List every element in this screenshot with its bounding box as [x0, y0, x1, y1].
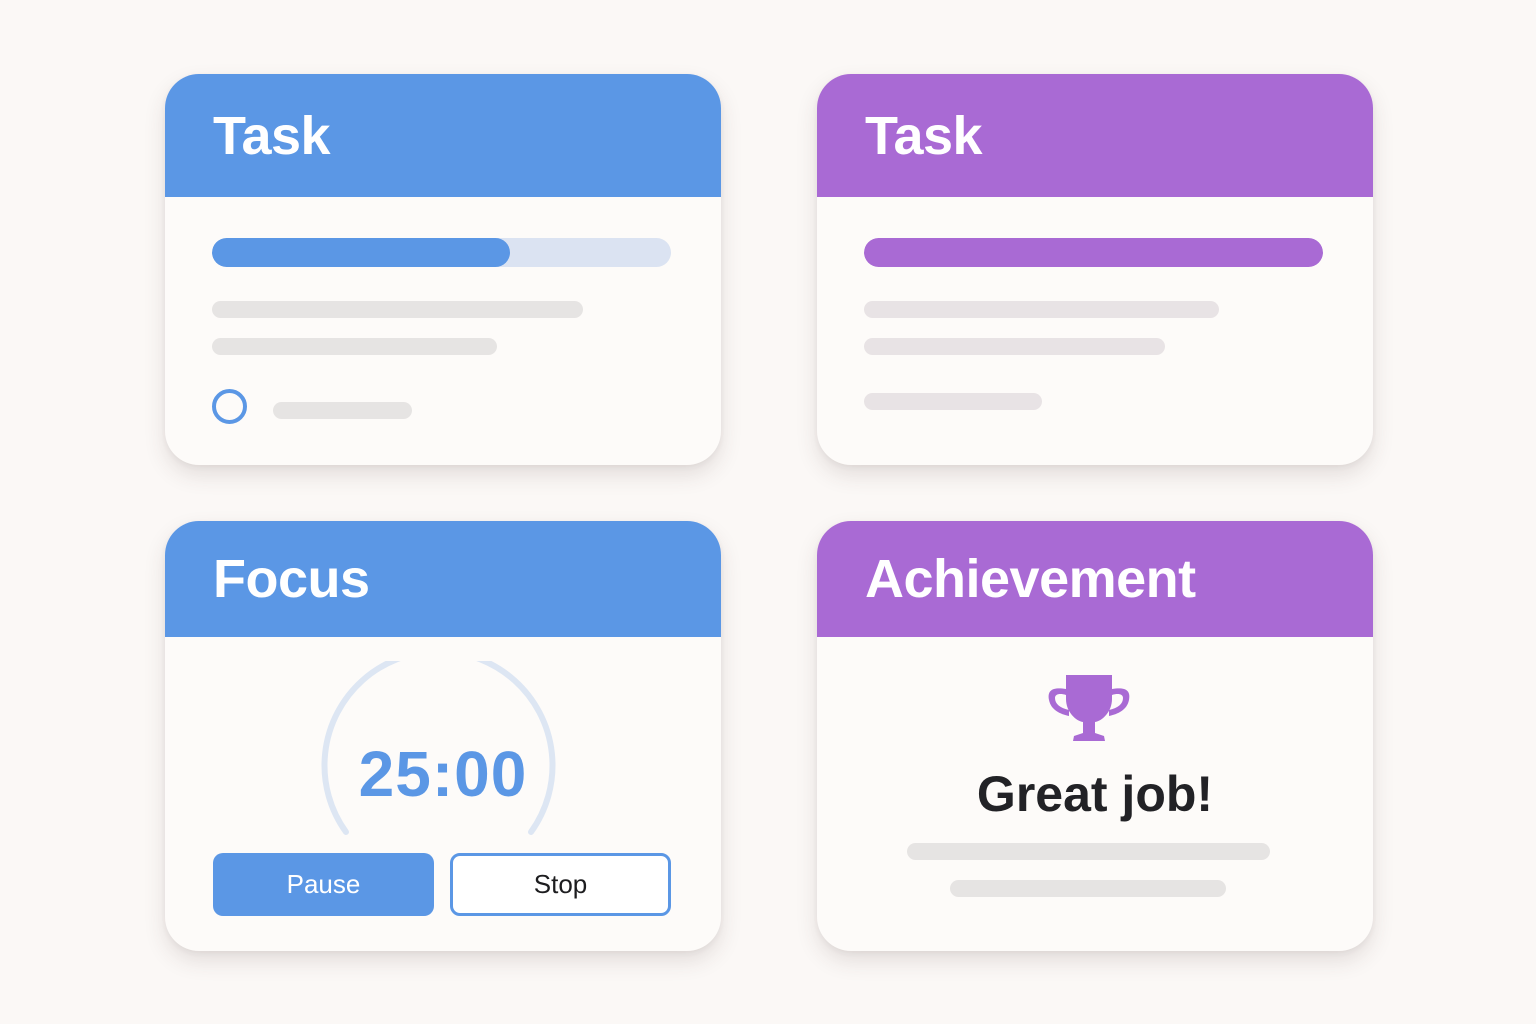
placeholder-line: [864, 338, 1165, 355]
trophy-icon: [1048, 675, 1130, 741]
task-card-header: Task: [165, 74, 721, 197]
task-card-header: Task: [817, 74, 1373, 197]
achievement-card-header: Achievement: [817, 521, 1373, 637]
circle-checkbox-icon[interactable]: [212, 389, 247, 424]
placeholder-line: [212, 301, 583, 318]
focus-card-header: Focus: [165, 521, 721, 637]
focus-card: Focus 25:00 Pause Stop: [165, 521, 721, 951]
achievement-message: Great job!: [976, 766, 1214, 822]
task-progress-fill: [212, 238, 511, 267]
pause-button[interactable]: Pause: [213, 853, 434, 916]
task-card-title: Task: [213, 105, 331, 166]
task-progress-fill: [864, 238, 1323, 267]
task-progress-bar: [212, 238, 671, 267]
timer-display: 25:00: [358, 738, 528, 810]
achievement-card-title: Achievement: [865, 549, 1196, 609]
checkbox-label-placeholder: [273, 402, 412, 419]
placeholder-line: [907, 843, 1270, 860]
task-card-blue: Task: [165, 74, 721, 465]
stop-button[interactable]: Stop: [450, 853, 671, 916]
task-progress-bar: [864, 238, 1323, 267]
task-card-purple: Task: [817, 74, 1373, 465]
placeholder-line: [212, 338, 497, 355]
task-card-title: Task: [865, 105, 983, 166]
placeholder-line: [864, 393, 1042, 410]
placeholder-line: [950, 880, 1226, 897]
achievement-card: Achievement Great job!: [817, 521, 1373, 951]
focus-card-title: Focus: [213, 549, 370, 609]
placeholder-line: [864, 301, 1219, 318]
